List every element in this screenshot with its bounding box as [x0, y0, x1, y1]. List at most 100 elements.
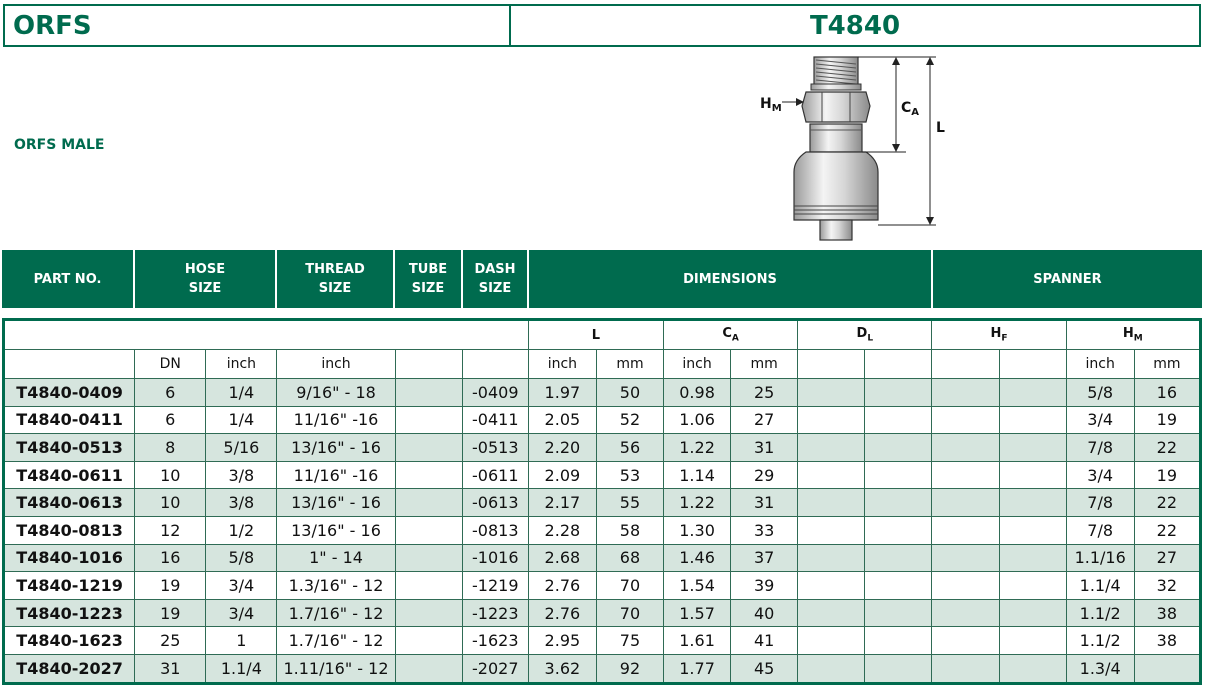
product-subtitle: ORFS MALE — [14, 137, 105, 153]
series-title: ORFS — [13, 11, 92, 41]
cell-l-mm: 55 — [595, 488, 665, 517]
unit-l-inch: inch — [527, 349, 597, 379]
cell-dl-mm — [864, 405, 933, 435]
unit-hose-inch: inch — [205, 349, 278, 379]
table-row: T4840-1623 25 1 1.7/16" - 12 -1623 2.95 75 1.61… — [1, 626, 1203, 655]
unit-hm-mm: mm — [1133, 349, 1203, 379]
cell-dash-size: -1016 — [461, 543, 529, 573]
cell-hf-mm — [998, 571, 1067, 600]
cell-dn: 19 — [134, 598, 207, 628]
table-row: T4840-0813 12 1/2 13/16" - 16 -0813 2.28 58 1.3… — [1, 515, 1203, 545]
cell-ca-mm: 39 — [730, 571, 799, 600]
cell-hm-inch: 7/8 — [1065, 433, 1135, 462]
cell-l-inch: 2.09 — [527, 460, 597, 490]
unit-header-row: DN inch inch inch mm inch mm inch mm — [1, 349, 1203, 379]
table-row: T4840-0613 10 3/8 13/16" - 16 -0613 2.17 55 1.2… — [1, 488, 1203, 517]
cell-hm-inch: 1.1/2 — [1065, 626, 1135, 655]
hm-label: HM — [760, 96, 782, 114]
cell-ca-mm: 27 — [730, 405, 799, 435]
cell-l-inch: 2.20 — [527, 433, 597, 462]
cell-hm-mm: 16 — [1133, 378, 1203, 407]
cell-l-inch: 2.17 — [527, 488, 597, 517]
dim-hf-header: HF — [931, 318, 1067, 350]
cell-dn: 8 — [134, 433, 207, 462]
cell-tube-size — [394, 653, 463, 685]
cell-dn: 10 — [134, 460, 207, 490]
cell-thread: 1.3/16" - 12 — [276, 571, 396, 600]
cell-thread: 1" - 14 — [276, 543, 396, 573]
cell-hf-mm — [998, 653, 1067, 685]
cell-hm-mm: 22 — [1133, 488, 1203, 517]
cell-l-inch: 2.68 — [527, 543, 597, 573]
cell-dl-inch — [797, 460, 866, 490]
cell-ca-inch: 1.30 — [663, 515, 732, 545]
cell-ca-inch: 1.61 — [663, 626, 732, 655]
cell-thread: 1.7/16" - 12 — [276, 626, 396, 655]
unit-hm-inch: inch — [1065, 349, 1135, 379]
cell-dn: 19 — [134, 571, 207, 600]
cell-dl-mm — [864, 378, 933, 407]
cell-hose-inch: 1/4 — [205, 378, 278, 407]
cell-dl-inch — [797, 433, 866, 462]
cell-hose-inch: 1/4 — [205, 405, 278, 435]
cell-tube-size — [394, 598, 463, 628]
cell-part-number: T4840-0813 — [1, 515, 136, 545]
table-row: T4840-0411 6 1/4 11/16" -16 -0411 2.05 52 1.06 2… — [1, 405, 1203, 435]
cell-thread: 11/16" -16 — [276, 405, 396, 435]
cell-hm-inch: 1.3/4 — [1065, 653, 1135, 685]
dim-hm-header: HM — [1065, 318, 1203, 350]
cell-ca-inch: 1.14 — [663, 460, 732, 490]
cell-dl-mm — [864, 515, 933, 545]
cell-l-inch: 2.76 — [527, 571, 597, 600]
cell-l-inch: 3.62 — [527, 653, 597, 685]
ca-label: CA — [901, 100, 919, 118]
cell-dash-size: -1219 — [461, 571, 529, 600]
cell-l-mm: 70 — [595, 571, 665, 600]
cell-dl-mm — [864, 433, 933, 462]
cell-dl-inch — [797, 543, 866, 573]
cell-hf-inch — [931, 515, 1000, 545]
fitting-drawing: HM CA L — [760, 56, 945, 241]
cell-dl-mm — [864, 598, 933, 628]
cell-dash-size: -0409 — [461, 378, 529, 407]
cell-hm-mm: 22 — [1133, 433, 1203, 462]
cell-hm-mm: 27 — [1133, 543, 1203, 573]
col-tube-size: TUBE SIZE — [408, 262, 448, 296]
cell-hm-inch: 1.1/4 — [1065, 571, 1135, 600]
unit-thread-inch: inch — [276, 349, 396, 379]
cell-l-inch: 2.95 — [527, 626, 597, 655]
cell-hm-inch: 1.1/16 — [1065, 543, 1135, 573]
cell-hf-mm — [998, 543, 1067, 573]
cell-dl-mm — [864, 626, 933, 655]
cell-l-inch: 1.97 — [527, 378, 597, 407]
spec-table-wrap: L CA DL HF HM DN inch inch inch mm inch … — [1, 318, 1203, 686]
cell-ca-mm: 37 — [730, 543, 799, 573]
cell-hose-inch: 5/8 — [205, 543, 278, 573]
cell-hf-mm — [998, 433, 1067, 462]
cell-tube-size — [394, 543, 463, 573]
cell-hose-inch: 3/8 — [205, 488, 278, 517]
unit-ca-inch: inch — [663, 349, 732, 379]
series-title-box: ORFS — [3, 4, 511, 47]
cell-dash-size: -1623 — [461, 626, 529, 655]
cell-l-mm: 52 — [595, 405, 665, 435]
hex-nut-shape — [801, 91, 871, 123]
cell-hose-inch: 1/2 — [205, 515, 278, 545]
cell-ca-mm: 25 — [730, 378, 799, 407]
table-row: T4840-1223 19 3/4 1.7/16" - 12 -1223 2.76 70 1.… — [1, 598, 1203, 628]
column-group-header: PART NO. HOSE SIZE THREAD SIZE TUBE SIZE DA… — [2, 250, 1202, 308]
cell-part-number: T4840-0513 — [1, 433, 136, 462]
cell-thread: 11/16" -16 — [276, 460, 396, 490]
cell-dash-size: -0611 — [461, 460, 529, 490]
cell-part-number: T4840-2027 — [1, 653, 136, 685]
cell-part-number: T4840-1623 — [1, 626, 136, 655]
cell-dl-mm — [864, 653, 933, 685]
cell-l-inch: 2.28 — [527, 515, 597, 545]
cell-dash-size: -0513 — [461, 433, 529, 462]
cell-thread: 13/16" - 16 — [276, 488, 396, 517]
cell-part-number: T4840-1219 — [1, 571, 136, 600]
cell-tube-size — [394, 405, 463, 435]
cell-hm-inch: 1.1/2 — [1065, 598, 1135, 628]
cell-dl-inch — [797, 571, 866, 600]
cell-dn: 31 — [134, 653, 207, 685]
